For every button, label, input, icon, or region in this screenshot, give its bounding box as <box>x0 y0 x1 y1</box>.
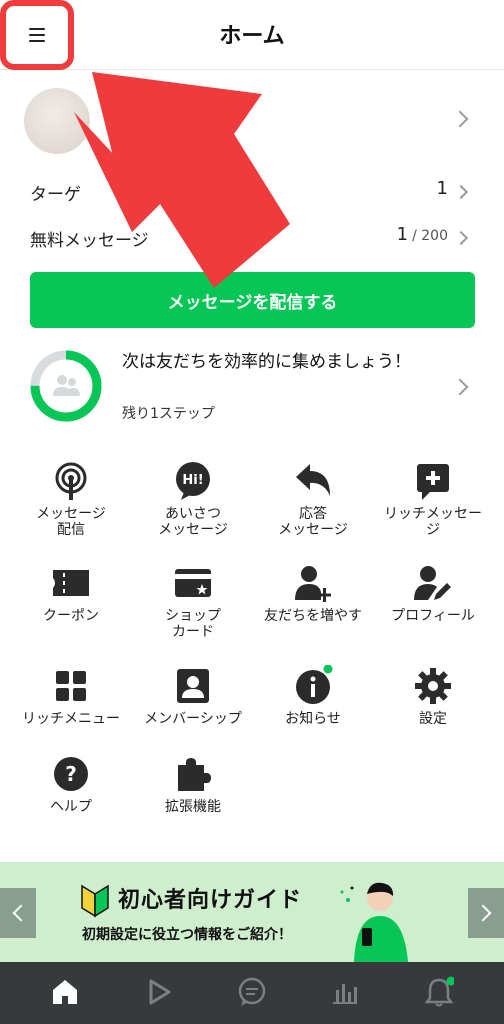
grid-item-label: お知らせ <box>285 711 341 727</box>
grid-item-shop-card[interactable]: ショップ カード <box>130 562 256 640</box>
banner-title: 初心者向けガイド <box>118 888 303 913</box>
rich-menu-icon <box>56 671 86 701</box>
grid-item-label: クーポン <box>43 608 99 624</box>
header: ホーム <box>0 0 504 70</box>
grid-item-label: プロフィール <box>391 608 475 624</box>
progress-ring <box>30 350 102 422</box>
progress-title: 次は友だちを効率的に集めましょう！ <box>122 352 411 372</box>
grid-item-rich-menu[interactable]: リッチメニュー <box>8 665 134 727</box>
grid-item-auto-reply[interactable]: 応答 メッセージ <box>250 460 376 538</box>
grid-item-label: ヘルプ <box>50 799 92 815</box>
chevron-left-icon <box>12 904 30 922</box>
shop-card-icon <box>175 569 211 597</box>
banner-next-button[interactable] <box>468 888 504 938</box>
help-icon: ? <box>54 757 88 791</box>
grid-item-message-broadcast[interactable]: メッセージ 配信 <box>8 460 134 538</box>
grid-item-greeting-message[interactable]: Hi! あいさつ メッセージ <box>130 460 256 538</box>
guide-person-illustration <box>340 882 408 962</box>
grid-item-label: 応答 メッセージ <box>278 506 348 538</box>
grid-item-label: リッチメニュー <box>22 711 120 727</box>
free-message-value: 1/ 200 <box>396 224 448 245</box>
grid-item-label: 友だちを増やす <box>264 608 362 624</box>
tab-analytics[interactable] <box>330 976 360 1008</box>
grid-item-extensions[interactable]: 拡張機能 <box>130 753 256 815</box>
rich-message-plus-icon <box>417 464 449 500</box>
chevron-right-icon <box>453 184 469 200</box>
free-message-row[interactable]: 無料メッセージ 1/ 200 <box>0 216 504 262</box>
tab-video[interactable] <box>144 976 174 1008</box>
free-message-label: 無料メッセージ <box>30 231 149 251</box>
banner-prev-button[interactable] <box>0 888 36 938</box>
grid-item-rich-message[interactable]: リッチメッセー ジ <box>370 460 496 538</box>
page-title: ホーム <box>219 24 285 49</box>
setup-progress-card[interactable]: 次は友だちを効率的に集めましょう！ 残り1ステップ <box>0 345 504 429</box>
friends-icon <box>53 375 80 396</box>
gear-icon <box>415 668 451 704</box>
tab-notifications[interactable] <box>424 976 454 1008</box>
grid-item-help[interactable]: ? ヘルプ <box>8 753 134 815</box>
hi-greeting-icon: Hi! <box>176 462 210 500</box>
grid-item-profile[interactable]: プロフィール <box>370 562 496 624</box>
grid-item-settings[interactable]: 設定 <box>370 665 496 727</box>
coupon-icon <box>53 570 89 596</box>
reply-arrow-icon <box>296 464 330 496</box>
avatar <box>24 88 90 154</box>
chevron-right-icon <box>453 230 469 246</box>
profile-edit-icon <box>414 566 451 600</box>
chevron-right-icon <box>474 904 492 922</box>
grid-item-label: リッチメッセー ジ <box>384 506 482 538</box>
puzzle-extension-icon <box>178 758 211 791</box>
chat-icon <box>238 977 266 1005</box>
target-count-value: 1 <box>436 178 448 199</box>
play-icon <box>149 979 171 1005</box>
info-notice-icon <box>296 665 333 704</box>
grid-item-membership[interactable]: メンバーシップ <box>130 665 256 727</box>
grid-item-label: ショップ カード <box>165 608 221 640</box>
progress-subtitle: 残り1ステップ <box>122 406 215 422</box>
grid-item-label: あいさつ メッセージ <box>158 506 228 538</box>
target-count-label: ターゲ <box>30 185 81 205</box>
target-count-row[interactable]: ターゲ 1 <box>0 170 504 216</box>
grid-item-label: 設定 <box>419 711 447 727</box>
grid-item-label: 拡張機能 <box>165 799 221 815</box>
membership-icon <box>177 669 209 703</box>
bottom-tab-bar <box>0 962 504 1024</box>
grid-item-coupon[interactable]: クーポン <box>8 562 134 624</box>
chevron-right-icon <box>451 110 469 128</box>
grid-item-label: メッセージ 配信 <box>36 506 106 538</box>
grid-item-add-friends[interactable]: 友だちを増やす <box>250 562 376 624</box>
svg-text:?: ? <box>65 762 77 786</box>
svg-text:Hi!: Hi! <box>182 473 203 488</box>
grid-item-label: メンバーシップ <box>144 711 242 727</box>
broadcast-icon <box>55 462 87 500</box>
beginner-leaf-icon <box>81 884 109 918</box>
send-message-button[interactable]: メッセージを配信する <box>30 272 475 328</box>
bar-chart-icon <box>333 984 357 1004</box>
chevron-right-icon <box>451 378 469 396</box>
account-profile-row[interactable] <box>0 70 504 170</box>
tab-home[interactable] <box>50 976 80 1008</box>
tab-chat[interactable] <box>237 976 267 1008</box>
grid-item-notices[interactable]: お知らせ <box>250 665 376 727</box>
banner-subtitle: 初期設定に役立つ情報をご紹介！ <box>82 927 292 943</box>
beginner-guide-banner[interactable]: 初心者向けガイド 初期設定に役立つ情報をご紹介！ <box>0 862 504 962</box>
add-friend-icon <box>295 566 331 602</box>
